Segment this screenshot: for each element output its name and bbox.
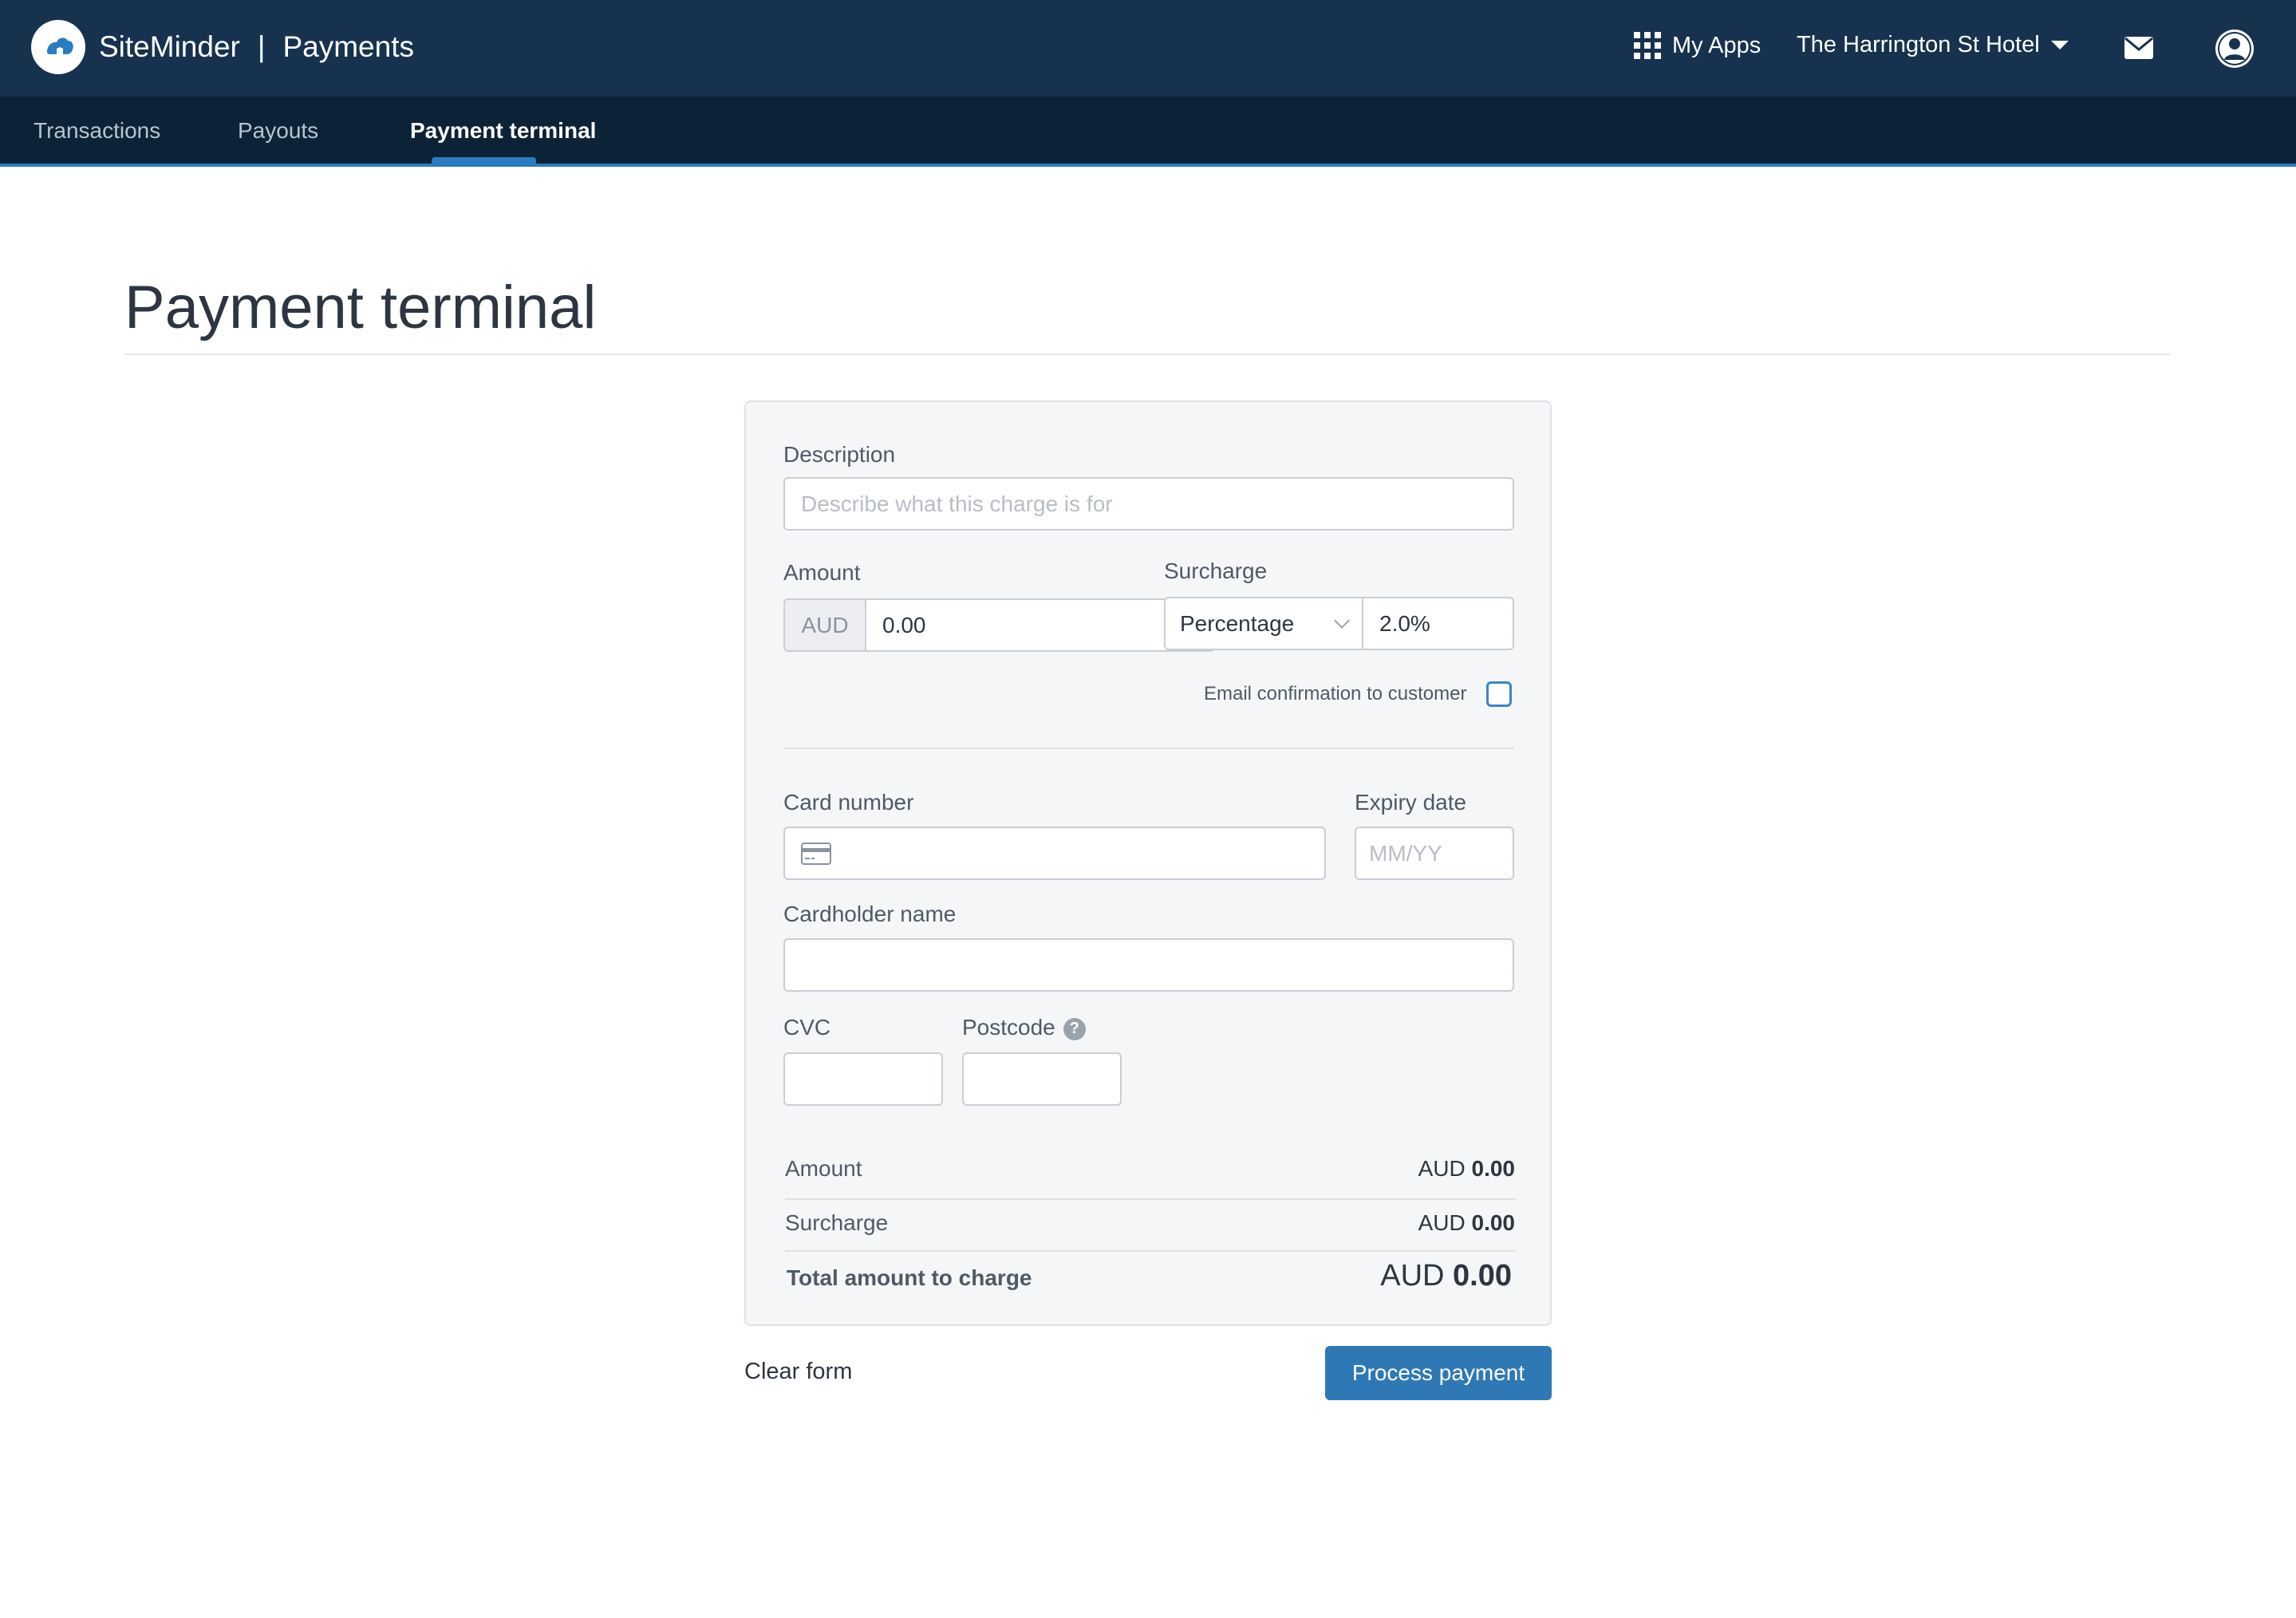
- cvc-input[interactable]: [783, 1052, 943, 1106]
- total-amount-label: Total amount to charge: [787, 1265, 1032, 1290]
- tab-payouts[interactable]: Payouts: [238, 118, 318, 144]
- email-confirmation-checkbox[interactable]: [1486, 681, 1512, 707]
- clear-form-link[interactable]: Clear form: [744, 1359, 852, 1385]
- postcode-input[interactable]: [962, 1052, 1122, 1106]
- chevron-down-icon: [1334, 612, 1350, 629]
- amount-value: 0.00: [882, 612, 926, 637]
- summary-surcharge-value: AUD 0.00: [1418, 1210, 1515, 1235]
- sub-navigation: Transactions Payouts Payment terminal: [0, 97, 2296, 167]
- title-divider: [124, 353, 2170, 355]
- product-name: Payments: [282, 30, 414, 63]
- active-tab-indicator: [432, 157, 536, 164]
- summary-amount-value: AUD 0.00: [1418, 1156, 1515, 1181]
- expiry-date-input[interactable]: MM/YY: [1355, 827, 1514, 880]
- amount-input[interactable]: 0.00: [865, 598, 1215, 652]
- process-payment-button[interactable]: Process payment: [1325, 1346, 1552, 1400]
- hotel-selector[interactable]: The Harrington St Hotel: [1797, 32, 2069, 58]
- surcharge-type-value: Percentage: [1180, 610, 1295, 636]
- surcharge-label: Surcharge: [1164, 558, 1268, 583]
- help-icon[interactable]: ?: [1063, 1017, 1086, 1040]
- card-number-input[interactable]: [783, 827, 1326, 880]
- amount-label: Amount: [783, 560, 861, 585]
- currency-prefix: AUD: [783, 598, 866, 652]
- page-title: Payment terminal: [124, 274, 597, 341]
- brand-title[interactable]: SiteMinder | Payments: [99, 29, 414, 65]
- credit-card-icon: [801, 842, 831, 865]
- cardholder-name-label: Cardholder name: [783, 902, 957, 926]
- user-icon[interactable]: [2214, 28, 2255, 69]
- total-amount-value: AUD 0.00: [1380, 1259, 1512, 1292]
- siteminder-logo-icon[interactable]: [31, 20, 85, 74]
- top-header: SiteMinder | Payments My Apps The Harringt…: [0, 0, 2296, 97]
- hotel-name: The Harrington St Hotel: [1797, 32, 2040, 57]
- postcode-label-text: Postcode: [962, 1015, 1055, 1040]
- summary-amount-label: Amount: [785, 1156, 862, 1181]
- summary-divider: [785, 1250, 1516, 1252]
- surcharge-value: 2.0%: [1379, 610, 1430, 636]
- description-label: Description: [783, 442, 896, 467]
- chevron-down-icon: [2050, 41, 2069, 49]
- mail-icon[interactable]: [2124, 36, 2154, 60]
- expiry-date-label: Expiry date: [1355, 790, 1467, 815]
- summary-divider: [785, 1198, 1516, 1200]
- brand-separator: |: [257, 30, 266, 63]
- postcode-label: Postcode?: [962, 1015, 1086, 1040]
- cvc-label: CVC: [783, 1015, 831, 1040]
- surcharge-value-input[interactable]: 2.0%: [1362, 597, 1514, 650]
- surcharge-type-select[interactable]: Percentage: [1164, 597, 1363, 650]
- cardholder-name-input[interactable]: [783, 938, 1514, 992]
- brand-name: SiteMinder: [99, 30, 240, 63]
- apps-grid-icon: [1634, 32, 1661, 59]
- expiry-placeholder: MM/YY: [1369, 840, 1442, 866]
- tab-payment-terminal[interactable]: Payment terminal: [410, 118, 596, 144]
- card-number-label: Card number: [783, 790, 914, 815]
- payment-form-card: Description Describe what this charge is…: [744, 401, 1552, 1326]
- form-divider: [783, 748, 1514, 749]
- email-confirmation-label: Email confirmation to customer: [1204, 683, 1467, 704]
- summary-surcharge-label: Surcharge: [785, 1210, 889, 1235]
- my-apps-label: My Apps: [1672, 32, 1761, 58]
- my-apps-button[interactable]: My Apps: [1634, 32, 1761, 59]
- description-placeholder: Describe what this charge is for: [801, 491, 1113, 516]
- tab-transactions[interactable]: Transactions: [34, 118, 160, 144]
- description-input[interactable]: Describe what this charge is for: [783, 477, 1514, 531]
- payment-terminal-page: SiteMinder | Payments My Apps The Harringt…: [0, 0, 2296, 1618]
